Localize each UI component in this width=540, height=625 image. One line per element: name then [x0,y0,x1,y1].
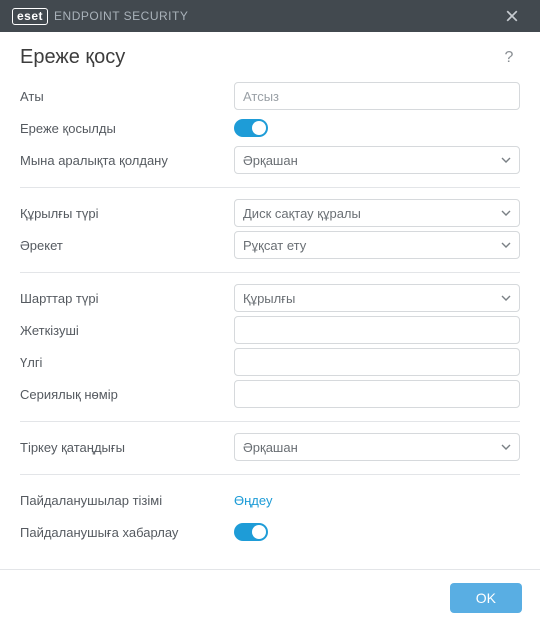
notify-user-label: Пайдаланушыға хабарлау [20,525,234,540]
rule-enabled-toggle[interactable] [234,119,268,137]
severity-value: Әрқашан [243,440,298,455]
rule-enabled-label: Ереже қосылды [20,121,234,136]
dialog-title: Ереже қосу [20,46,498,69]
help-icon: ? [505,49,514,67]
chevron-down-icon [501,240,511,250]
notify-user-toggle[interactable] [234,523,268,541]
apply-during-select[interactable]: Әрқашан [234,146,520,174]
criteria-type-select[interactable]: Құрылғы [234,284,520,312]
serial-label: Сериялық нөмір [20,387,234,402]
separator [20,187,520,188]
severity-label: Тіркеу қатаңдығы [20,440,234,455]
dialog-footer: OK [0,569,540,625]
title-bar: eset ENDPOINT SECURITY [0,0,540,32]
model-input[interactable] [234,348,520,376]
apply-during-value: Әрқашан [243,153,298,168]
brand-product: ENDPOINT SECURITY [54,9,188,23]
dialog-body: Аты Ереже қосылды Мына аралықта қолдану … [0,81,540,547]
user-list-label: Пайдаланушылар тізімі [20,493,234,508]
action-select[interactable]: Рұқсат ету [234,231,520,259]
vendor-label: Жеткізуші [20,323,234,338]
chevron-down-icon [501,208,511,218]
brand-logo: eset [12,8,48,25]
separator [20,421,520,422]
close-button[interactable] [496,0,528,32]
separator [20,272,520,273]
serial-input[interactable] [234,380,520,408]
brand: eset ENDPOINT SECURITY [12,8,496,25]
apply-during-label: Мына аралықта қолдану [20,153,234,168]
vendor-input[interactable] [234,316,520,344]
edit-users-link[interactable]: Өңдеу [234,493,272,508]
action-label: Әрекет [20,238,234,253]
action-value: Рұқсат ету [243,238,306,253]
chevron-down-icon [501,155,511,165]
chevron-down-icon [501,442,511,452]
device-type-select[interactable]: Диск сақтау құралы [234,199,520,227]
criteria-type-label: Шарттар түрі [20,291,234,306]
device-type-value: Диск сақтау құралы [243,206,361,221]
close-icon [506,10,518,22]
severity-select[interactable]: Әрқашан [234,433,520,461]
dialog-header: Ереже қосу ? [0,32,540,79]
criteria-type-value: Құрылғы [243,291,295,306]
help-button[interactable]: ? [498,47,520,69]
name-label: Аты [20,89,234,104]
separator [20,474,520,475]
ok-button[interactable]: OK [450,583,522,613]
device-type-label: Құрылғы түрі [20,206,234,221]
chevron-down-icon [501,293,511,303]
model-label: Үлгі [20,355,234,370]
name-input[interactable] [234,82,520,110]
